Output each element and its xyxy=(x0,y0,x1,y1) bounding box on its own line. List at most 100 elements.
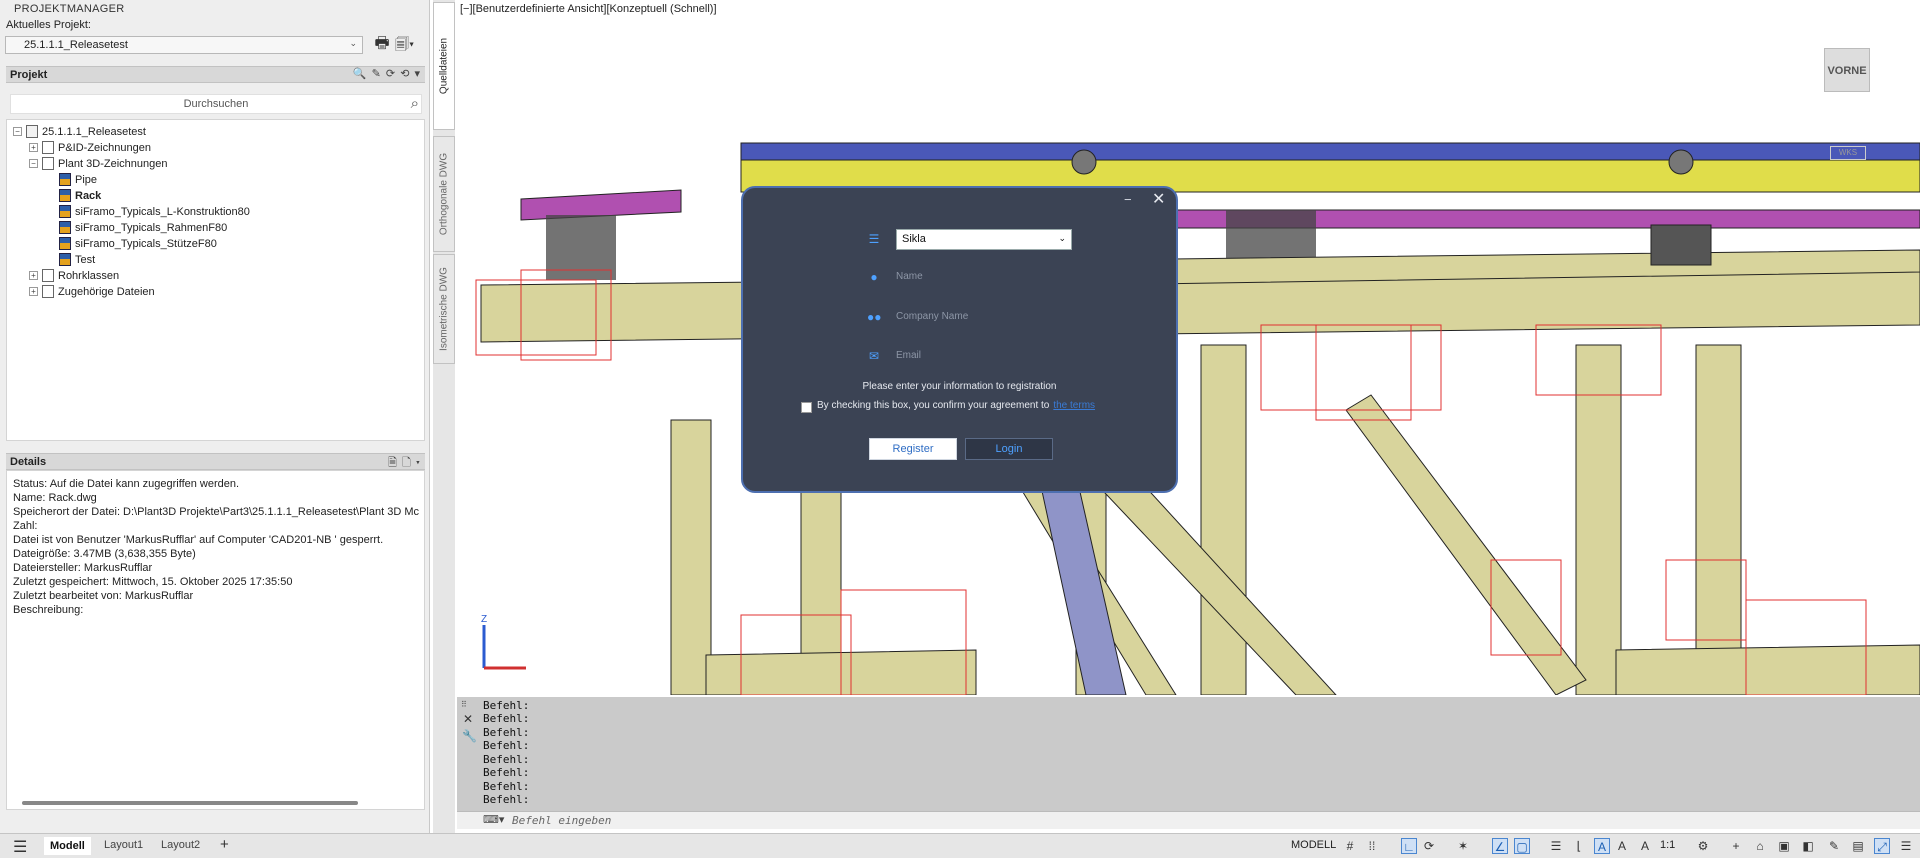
annotation-visibility-icon[interactable]: A xyxy=(1594,838,1610,854)
command-prompt-icon[interactable]: ⌨▾ xyxy=(483,813,504,826)
login-button[interactable]: Login xyxy=(965,438,1053,460)
collapse-icon[interactable]: − xyxy=(13,127,22,136)
projekt-toolbar[interactable]: 🔍 ✎ ⟳ ⟲ ▾ xyxy=(353,67,421,80)
command-input[interactable]: ⌨▾ Befehl eingeben xyxy=(457,811,1920,829)
viewport-controls-label[interactable]: [−][Benutzerdefinierte Ansicht][Konzeptu… xyxy=(460,3,717,15)
search-input[interactable]: Durchsuchen ⌕ xyxy=(10,94,422,114)
expand-icon[interactable]: + xyxy=(29,271,38,280)
layout-icon[interactable]: ▤ xyxy=(1850,838,1866,854)
lineweight-icon[interactable]: ☰ xyxy=(1548,838,1564,854)
osnap-icon[interactable]: ✶ xyxy=(1455,838,1471,854)
annotation-scale-icon[interactable]: A xyxy=(1637,838,1653,854)
add-icon[interactable]: + xyxy=(1728,838,1744,854)
search-icon[interactable]: ⌕ xyxy=(411,95,419,112)
close-icon[interactable]: ✕ xyxy=(463,712,473,726)
tree-item-project-root[interactable]: − 25.1.1.1_Releasetest xyxy=(13,124,146,139)
grid-icon[interactable]: # xyxy=(1342,838,1358,854)
terms-link[interactable]: the terms xyxy=(1053,400,1095,411)
hardware-icon[interactable]: ▣ xyxy=(1776,838,1792,854)
dwg-icon xyxy=(59,173,71,186)
workspace-icon[interactable]: ◧ xyxy=(1800,838,1816,854)
tree-item-label: Rack xyxy=(75,189,102,202)
detail-name: Name: Rack.dwg xyxy=(13,492,97,504)
polar-icon[interactable]: ⟳ xyxy=(1421,838,1437,854)
collapse-icon[interactable]: − xyxy=(29,159,38,168)
command-history: ⠿ ✕ 🔧 Befehl: Befehl: Befehl: Befehl: Be… xyxy=(457,697,1920,811)
command-input-placeholder: Befehl eingeben xyxy=(512,814,612,827)
tree-item-label: siFramo_Typicals_L-Konstruktion80 xyxy=(75,205,250,218)
fullscreen-icon[interactable]: ⤢ xyxy=(1874,838,1890,854)
company-name-field[interactable]: Company Name xyxy=(896,309,1072,327)
detail-creator: Dateiersteller: MarkusRufflar xyxy=(13,562,153,574)
tab-orthogonal[interactable]: Orthogonale DWG xyxy=(433,136,455,252)
gear-icon[interactable]: ⚙ xyxy=(1695,838,1711,854)
viewcube-icon[interactable]: VORNE xyxy=(1824,48,1870,92)
agreement-text: By checking this box, you confirm your a… xyxy=(817,400,1095,411)
snap-icon[interactable]: ⁞⁞ xyxy=(1364,838,1380,854)
scale-select[interactable]: 1:1 xyxy=(1660,839,1675,851)
add-layout-icon[interactable]: + xyxy=(220,836,229,853)
grip-icon[interactable]: ⠿ xyxy=(461,700,467,709)
email-icon: ✉ xyxy=(868,349,880,363)
menu-icon[interactable]: ☰ xyxy=(13,837,27,857)
isolate-icon[interactable]: ⌂ xyxy=(1752,838,1768,854)
dwg-locked-icon xyxy=(59,189,71,202)
brush-icon[interactable]: ✎ xyxy=(1826,838,1842,854)
name-field[interactable]: Name xyxy=(896,269,1072,287)
agreement-checkbox[interactable] xyxy=(801,402,812,413)
tree-item-pid-drawings[interactable]: + P&ID-Zeichnungen xyxy=(29,140,151,155)
tree-item-label: Pipe xyxy=(75,173,98,186)
printer-icon[interactable]: 🖶 xyxy=(372,34,392,54)
minimize-icon[interactable]: − xyxy=(1124,192,1132,207)
tree-item-related-files[interactable]: + Zugehörige Dateien xyxy=(29,284,155,299)
ortho-icon[interactable]: ∟ xyxy=(1401,838,1417,854)
registration-message: Please enter your information to registr… xyxy=(862,381,1057,392)
expand-icon[interactable]: + xyxy=(29,143,38,152)
tree-item-label: Zugehörige Dateien xyxy=(58,285,155,298)
tree-item-label: siFramo_Typicals_RahmenF80 xyxy=(75,221,228,234)
tab-layout1[interactable]: Layout1 xyxy=(104,839,143,851)
detail-saved: Zuletzt gespeichert: Mittwoch, 15. Oktob… xyxy=(13,576,293,588)
tree-item-stuetze[interactable]: siFramo_Typicals_StützeF80 xyxy=(59,236,217,251)
current-project-select[interactable]: 25.1.1.1_Releasetest ⌄ xyxy=(5,36,363,54)
customize-icon[interactable]: ☰ xyxy=(1898,838,1914,854)
tree-item-rahmen[interactable]: siFramo_Typicals_RahmenF80 xyxy=(59,220,227,235)
email-field[interactable]: Email xyxy=(896,348,1072,366)
detail-status: Status: Auf die Datei kann zugegriffen w… xyxy=(13,478,240,490)
ucs-icon[interactable]: ⌊ xyxy=(1571,838,1587,854)
tab-quelldateien[interactable]: Quelldateien xyxy=(433,2,455,130)
command-history-line: Befehl: xyxy=(483,780,530,793)
projekt-header-label: Projekt xyxy=(10,69,48,81)
tree-item-l-konstruktion[interactable]: siFramo_Typicals_L-Konstruktion80 xyxy=(59,204,250,219)
horizontal-scrollbar[interactable] xyxy=(22,801,358,805)
drawing-viewport[interactable]: [−][Benutzerdefinierte Ansicht][Konzeptu… xyxy=(456,0,1920,695)
document-icon xyxy=(42,141,54,154)
tab-layout2[interactable]: Layout2 xyxy=(161,839,200,851)
tree-item-rack[interactable]: Rack xyxy=(59,188,101,203)
tree-item-pipe[interactable]: Pipe xyxy=(59,172,97,187)
tab-label: Isometrische DWG xyxy=(438,267,450,351)
company-select[interactable]: Sikla ⌄ xyxy=(896,229,1072,250)
object-snap-icon[interactable]: ▢ xyxy=(1514,838,1530,854)
tab-isometric[interactable]: Isometrische DWG xyxy=(433,254,455,364)
detail-size: Dateigröße: 3.47MB (3,638,355 Byte) xyxy=(13,548,196,560)
detail-location: Speicherort der Datei: D:\Plant3D Projek… xyxy=(13,506,419,518)
sheets-icon[interactable]: 🗐▾ xyxy=(395,34,421,54)
folder-icon xyxy=(42,269,54,282)
tab-modell[interactable]: Modell xyxy=(44,837,91,855)
list-icon: ☰ xyxy=(868,232,880,246)
autoscale-icon[interactable]: A xyxy=(1614,838,1630,854)
tree-item-test[interactable]: Test xyxy=(59,252,95,267)
wrench-icon[interactable]: 🔧 xyxy=(462,729,477,743)
detail-editor: Zuletzt bearbeitet von: MarkusRufflar xyxy=(13,590,194,602)
group-icon: ●● xyxy=(867,310,882,324)
close-icon[interactable]: ✕ xyxy=(1152,189,1165,209)
track-icon[interactable]: ∠ xyxy=(1492,838,1508,854)
model-space-button[interactable]: MODELL xyxy=(1291,839,1336,851)
status-bar: ☰ Modell Layout1 Layout2 + MODELL # ⁞⁞ ∟… xyxy=(0,833,1920,858)
wcs-menu[interactable]: WKS xyxy=(1830,146,1866,160)
tree-item-rohrklassen[interactable]: + Rohrklassen xyxy=(29,268,119,283)
register-button[interactable]: Register xyxy=(869,438,957,460)
tree-item-plant3d-drawings[interactable]: − Plant 3D-Zeichnungen xyxy=(29,156,167,171)
expand-icon[interactable]: + xyxy=(29,287,38,296)
